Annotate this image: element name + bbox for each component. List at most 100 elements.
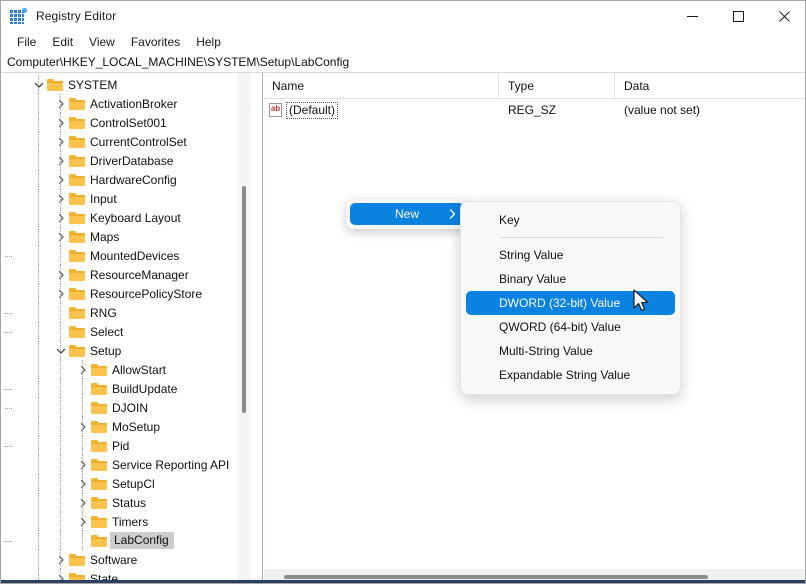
tree-guide-line (60, 455, 61, 474)
folder-icon (91, 458, 108, 472)
tree-guide-line (38, 550, 39, 569)
chevron-right-icon[interactable] (53, 170, 69, 189)
tree-item[interactable]: AllowStart (1, 360, 237, 379)
menu-help[interactable]: Help (188, 33, 229, 51)
context-menu-item[interactable]: Binary Value (466, 267, 675, 291)
context-menu-item[interactable]: Expandable String Value (466, 363, 675, 387)
tree-item[interactable]: MoSetup (1, 417, 237, 436)
chevron-down-icon[interactable] (53, 341, 69, 360)
tree-guide-line (38, 151, 39, 170)
tree-item-label: Pid (112, 438, 130, 453)
tree-item[interactable]: RNG (1, 303, 237, 322)
tree-item-label: Input (90, 191, 117, 206)
folder-icon (69, 268, 86, 282)
tree-item[interactable]: ControlSet001 (1, 113, 237, 132)
tree-item[interactable]: ResourceManager (1, 265, 237, 284)
minimize-icon[interactable] (669, 1, 715, 31)
tree-item[interactable]: MountedDevices (1, 246, 237, 265)
tree-item[interactable]: Input (1, 189, 237, 208)
values-scrollbar-thumb[interactable] (284, 575, 708, 579)
chevron-right-icon[interactable] (53, 132, 69, 151)
menu-favorites[interactable]: Favorites (123, 33, 188, 51)
tree-guide-line (60, 398, 61, 417)
chevron-right-icon[interactable] (53, 284, 69, 303)
context-menu-item[interactable]: String Value (466, 243, 675, 267)
chevron-right-icon[interactable] (53, 208, 69, 227)
tree-item[interactable]: Keyboard Layout (1, 208, 237, 227)
close-icon[interactable] (761, 1, 805, 31)
tree-item[interactable]: BuildUpdate (1, 379, 237, 398)
chevron-right-icon[interactable] (53, 94, 69, 113)
tree-item[interactable]: Timers (1, 512, 237, 531)
tree-item[interactable]: SYSTEM (1, 75, 237, 94)
address-path: Computer\HKEY_LOCAL_MACHINE\SYSTEM\Setup… (7, 55, 350, 69)
context-menu-item[interactable]: QWORD (64-bit) Value (466, 315, 675, 339)
chevron-down-icon[interactable] (31, 75, 47, 94)
chevron-right-icon[interactable] (53, 227, 69, 246)
chevron-right-icon[interactable] (75, 512, 91, 531)
tree-item-label: ResourceManager (90, 267, 189, 282)
tree-item[interactable]: Pid (1, 436, 237, 455)
chevron-right-icon[interactable] (53, 265, 69, 284)
folder-icon (69, 230, 86, 244)
folder-icon (47, 78, 64, 92)
tree-guide-line (38, 170, 39, 189)
address-bar[interactable]: Computer\HKEY_LOCAL_MACHINE\SYSTEM\Setup… (1, 52, 805, 73)
chevron-right-icon[interactable] (75, 417, 91, 436)
context-menu-new-label: New (394, 207, 419, 221)
tree-item[interactable]: ActivationBroker (1, 94, 237, 113)
chevron-right-icon[interactable] (75, 360, 91, 379)
menu-view[interactable]: View (81, 33, 123, 51)
tree-item[interactable]: SetupCl (1, 474, 237, 493)
tree-item[interactable]: Maps (1, 227, 237, 246)
chevron-right-icon[interactable] (53, 550, 69, 569)
folder-icon (91, 534, 108, 548)
tree-guide-line (60, 379, 61, 398)
tree-item[interactable]: LabConfig (1, 531, 237, 550)
tree-guide-line (82, 512, 83, 531)
maximize-icon[interactable] (715, 1, 761, 31)
tree-guide-line (38, 436, 39, 455)
value-type-cell: REG_SZ (508, 103, 557, 117)
tree-guide-line (60, 493, 61, 512)
tree-item[interactable]: Setup (1, 341, 237, 360)
tree-scrollbar-thumb[interactable] (242, 186, 246, 413)
tree-item[interactable]: CurrentControlSet (1, 132, 237, 151)
column-header-type[interactable]: Type (499, 73, 615, 98)
tree-guide-line (82, 493, 83, 512)
values-list-header: Name Type Data (263, 73, 805, 99)
tree-item[interactable]: ResourcePolicyStore (1, 284, 237, 303)
context-menu-item-new[interactable]: New (350, 203, 464, 225)
column-header-data[interactable]: Data (615, 73, 805, 98)
chevron-right-icon[interactable] (53, 151, 69, 170)
context-menu-item[interactable]: Key (466, 208, 675, 232)
tree-guide-line (60, 531, 61, 550)
tree-guide-line (60, 189, 61, 208)
tree-item[interactable]: Status (1, 493, 237, 512)
tree-item[interactable]: HardwareConfig (1, 170, 237, 189)
tree-guide-line (60, 512, 61, 531)
menu-edit[interactable]: Edit (44, 33, 81, 51)
chevron-right-icon[interactable] (53, 189, 69, 208)
tree-item[interactable]: Service Reporting API (1, 455, 237, 474)
context-menu-item[interactable]: Multi-String Value (466, 339, 675, 363)
context-menu-item[interactable]: DWORD (32-bit) Value (466, 291, 675, 315)
column-header-name[interactable]: Name (263, 73, 499, 98)
folder-icon (69, 211, 86, 225)
tree-guide-line (38, 455, 39, 474)
tree-vertical-scrollbar[interactable] (237, 73, 251, 583)
table-row[interactable]: ab (Default) REG_SZ (value not set) (263, 99, 805, 121)
chevron-right-icon[interactable] (75, 455, 91, 474)
menu-file[interactable]: File (9, 33, 44, 51)
tree-item-label: RNG (90, 305, 117, 320)
chevron-right-icon[interactable] (53, 113, 69, 132)
tree-item[interactable]: DJOIN (1, 398, 237, 417)
tree-guide-line (38, 132, 39, 151)
chevron-right-icon[interactable] (75, 474, 91, 493)
tree-item[interactable]: DriverDatabase (1, 151, 237, 170)
tree-item[interactable]: Select (1, 322, 237, 341)
tree-guide-line (38, 379, 39, 398)
tree-item[interactable]: Software (1, 550, 237, 569)
chevron-right-icon[interactable] (75, 493, 91, 512)
tree-leaf-elbow (5, 246, 69, 265)
